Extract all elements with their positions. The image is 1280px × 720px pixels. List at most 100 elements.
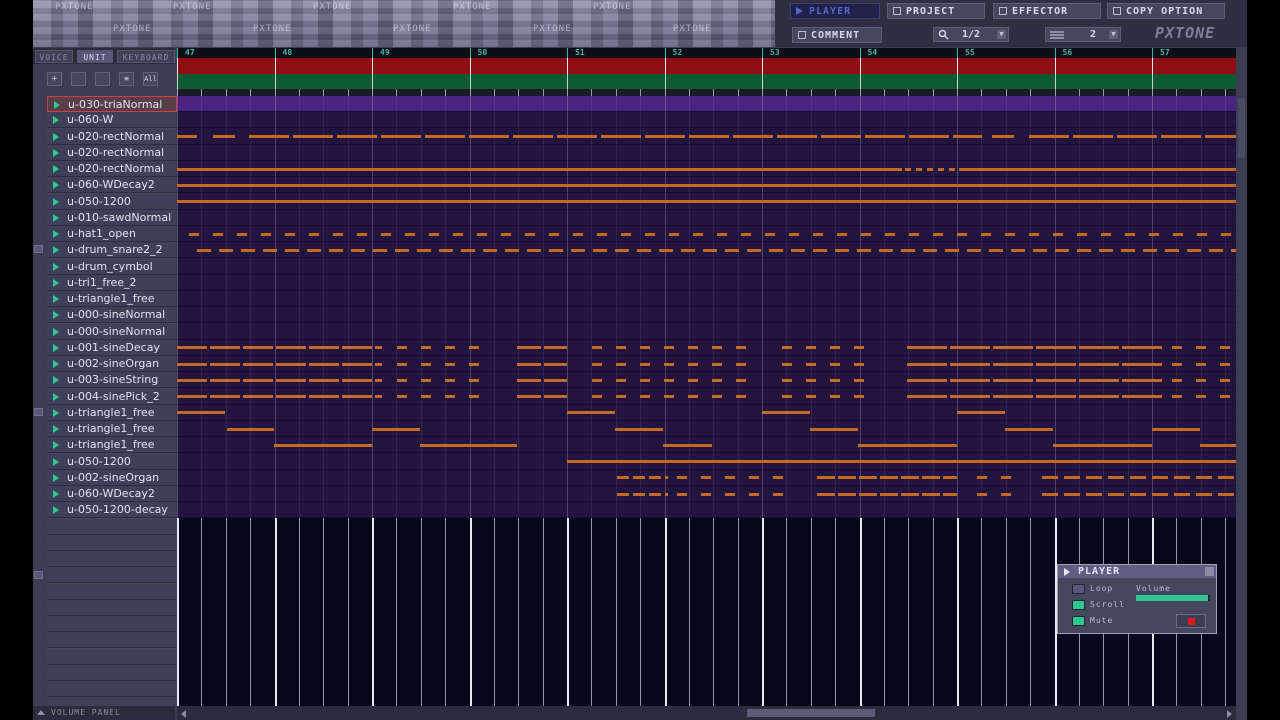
unit-play-icon[interactable] — [53, 343, 59, 352]
note-event[interactable] — [664, 395, 674, 398]
note-event[interactable] — [616, 378, 626, 382]
unit-row[interactable]: u-001-sineDecay — [47, 339, 177, 356]
unit-row[interactable]: u-triangle1_free — [47, 291, 177, 307]
loop-checkbox[interactable] — [1072, 584, 1085, 594]
note-event[interactable] — [397, 346, 407, 350]
note-event[interactable] — [425, 135, 465, 138]
note-event[interactable] — [177, 200, 1236, 203]
note-event[interactable] — [837, 232, 847, 236]
note-event[interactable] — [617, 492, 629, 496]
note-event[interactable] — [1205, 135, 1236, 138]
unit-row[interactable]: u-060-WDecay2 — [47, 486, 177, 502]
note-event[interactable] — [1173, 232, 1183, 236]
note-event[interactable] — [950, 346, 990, 350]
unit-play-icon[interactable] — [53, 441, 59, 450]
note-event[interactable] — [421, 395, 431, 398]
note-event[interactable] — [749, 476, 759, 480]
note-event[interactable] — [773, 476, 783, 480]
note-event[interactable] — [830, 395, 840, 398]
effector-button[interactable]: EFFECTOR — [993, 3, 1101, 19]
note-event[interactable] — [375, 378, 382, 382]
note-event[interactable] — [782, 346, 792, 350]
note-event[interactable] — [276, 346, 306, 350]
unit-row[interactable]: u-002-sineOrgan — [47, 356, 177, 372]
note-event[interactable] — [381, 135, 421, 138]
note-event[interactable] — [681, 248, 695, 252]
unit-lane[interactable] — [177, 259, 1236, 275]
note-event[interactable] — [1172, 346, 1182, 350]
note-event[interactable] — [517, 346, 541, 350]
note-event[interactable] — [1086, 492, 1102, 496]
unit-row[interactable]: u-hat1_open — [47, 226, 177, 242]
note-event[interactable] — [1218, 492, 1234, 496]
note-event[interactable] — [293, 135, 333, 138]
note-event[interactable] — [933, 232, 943, 236]
note-event[interactable] — [1196, 378, 1206, 382]
note-event[interactable] — [592, 378, 602, 382]
note-event[interactable] — [517, 362, 541, 366]
note-event[interactable] — [309, 395, 339, 398]
tab-keyboard[interactable]: KEYBOARD — [117, 50, 175, 63]
player-title-bar[interactable]: PLAYER — [1058, 565, 1216, 578]
note-event[interactable] — [483, 248, 497, 252]
scroll-checkbox[interactable] — [1072, 600, 1085, 610]
note-event[interactable] — [782, 395, 792, 398]
note-event[interactable] — [923, 248, 937, 252]
note-event[interactable] — [501, 232, 511, 236]
unit-lane[interactable] — [177, 502, 1236, 518]
note-event[interactable] — [1042, 492, 1058, 496]
unit-row[interactable]: u-010-sawdNormal — [47, 209, 177, 226]
note-event[interactable] — [989, 248, 1003, 252]
note-event[interactable] — [701, 492, 711, 496]
note-event[interactable] — [1122, 395, 1162, 398]
unit-play-icon[interactable] — [53, 278, 59, 287]
unit-play-icon[interactable] — [53, 457, 59, 466]
note-event[interactable] — [571, 248, 585, 252]
note-event[interactable] — [712, 362, 722, 366]
note-event[interactable] — [1079, 378, 1119, 382]
note-event[interactable] — [789, 232, 799, 236]
unit-play-icon[interactable] — [53, 473, 59, 482]
note-event[interactable] — [806, 395, 816, 398]
note-event[interactable] — [567, 411, 615, 415]
note-event[interactable] — [703, 248, 717, 252]
note-event[interactable] — [1079, 362, 1119, 366]
note-event[interactable] — [342, 346, 372, 350]
note-event[interactable] — [909, 135, 949, 138]
note-event[interactable] — [309, 232, 319, 236]
note-event[interactable] — [664, 346, 674, 350]
note-event[interactable] — [922, 476, 940, 480]
unit-lane[interactable] — [177, 291, 1236, 307]
note-event[interactable] — [677, 492, 687, 496]
note-event[interactable] — [665, 476, 668, 480]
note-event[interactable] — [261, 232, 271, 236]
note-event[interactable] — [1161, 135, 1201, 138]
note-event[interactable] — [901, 476, 919, 480]
note-event[interactable] — [640, 395, 650, 398]
note-event[interactable] — [243, 378, 273, 382]
note-event[interactable] — [615, 427, 663, 431]
note-event[interactable] — [1122, 362, 1162, 366]
note-event[interactable] — [1130, 476, 1146, 480]
note-event[interactable] — [593, 248, 607, 252]
note-event[interactable] — [880, 492, 898, 496]
note-event[interactable] — [689, 135, 729, 138]
note-event[interactable] — [1042, 476, 1058, 480]
unit-row[interactable]: u-003-sineString — [47, 372, 177, 389]
note-event[interactable] — [959, 167, 1236, 171]
note-event[interactable] — [859, 492, 877, 496]
note-event[interactable] — [375, 346, 382, 350]
note-event[interactable] — [717, 232, 727, 236]
unit-row[interactable]: u-tri1_free_2 — [47, 274, 177, 291]
note-event[interactable] — [1165, 248, 1179, 252]
note-event[interactable] — [227, 427, 274, 431]
note-event[interactable] — [950, 395, 990, 398]
note-event[interactable] — [806, 378, 816, 382]
note-event[interactable] — [1187, 248, 1201, 252]
note-event[interactable] — [1029, 135, 1069, 138]
note-event[interactable] — [777, 135, 817, 138]
note-event[interactable] — [241, 248, 255, 252]
note-event[interactable] — [830, 362, 840, 366]
chevron-down-icon[interactable]: ▼ — [1109, 30, 1118, 39]
note-event[interactable] — [1172, 362, 1182, 366]
